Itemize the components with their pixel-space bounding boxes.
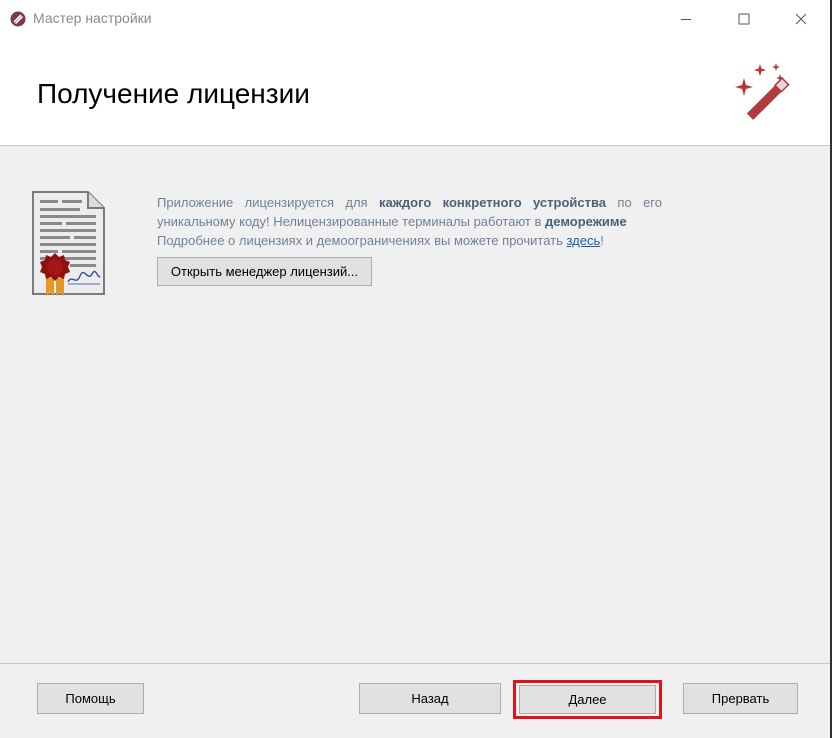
wizard-content: Приложение лицензируется для каждого кон…: [0, 146, 832, 663]
window-title: Мастер настройки: [33, 10, 152, 26]
info-bold-demo: деморежиме: [545, 214, 627, 229]
license-info-paragraph: Приложение лицензируется для каждого кон…: [157, 193, 662, 231]
details-text: Подробнее о лицензиях и демоограничениях…: [157, 233, 567, 248]
license-details-paragraph: Подробнее о лицензиях и демоограничениях…: [157, 231, 662, 250]
page-title: Получение лицензии: [37, 78, 310, 109]
details-text-end: !: [600, 233, 604, 248]
license-certificate-icon: [32, 191, 105, 296]
back-button[interactable]: Назад: [359, 683, 501, 714]
next-button[interactable]: Далее: [519, 685, 656, 714]
license-info-text: Приложение лицензируется для каждого кон…: [157, 193, 662, 250]
info-bold-device: каждого конкретного устройства: [378, 195, 607, 210]
wizard-footer: Помощь Назад Далее Прервать: [0, 664, 832, 738]
app-logo-icon: [10, 11, 26, 27]
minimize-button[interactable]: [663, 0, 709, 38]
abort-button[interactable]: Прервать: [683, 683, 798, 714]
title-bar: Мастер настройки: [0, 0, 832, 38]
magic-wand-icon: [735, 63, 790, 120]
minimize-icon: [681, 19, 691, 20]
details-link[interactable]: здесь: [567, 233, 601, 248]
open-license-manager-button[interactable]: Открыть менеджер лицензий...: [157, 257, 372, 286]
maximize-button[interactable]: [721, 0, 767, 38]
close-button[interactable]: [778, 0, 824, 38]
info-text-part: Приложение лицензируется для: [157, 195, 379, 210]
close-icon: [795, 13, 807, 25]
maximize-icon: [738, 13, 750, 25]
wizard-header: Получение лицензии: [0, 38, 832, 146]
help-button[interactable]: Помощь: [37, 683, 144, 714]
